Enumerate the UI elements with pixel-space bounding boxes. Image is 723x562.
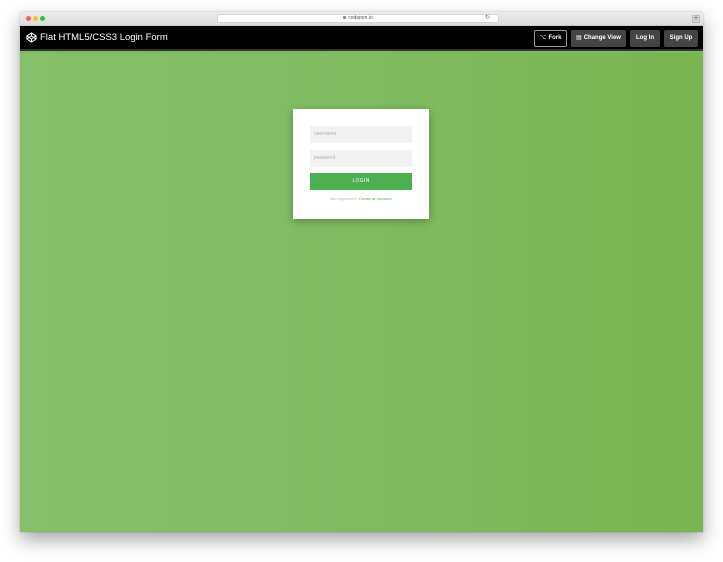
register-text: Not registered? (330, 196, 358, 201)
login-button[interactable]: Log In (630, 30, 660, 47)
preview-area: username password LOGIN Not registered? … (20, 53, 703, 532)
fork-icon: ⌥ (539, 35, 547, 41)
minimize-window-button[interactable] (33, 16, 38, 21)
create-account-link[interactable]: Create an account (359, 196, 392, 201)
url-text: codepen.io (348, 15, 373, 21)
browser-window: codepen.io ↻ + Flat HTML5/CSS3 Login For… (20, 12, 703, 532)
codepen-header: Flat HTML5/CSS3 Login Form ⌥ Fork ▤ Change… (20, 26, 703, 51)
browser-chrome: codepen.io ↻ + (20, 12, 703, 26)
address-bar[interactable]: codepen.io ↻ (217, 14, 499, 23)
register-prompt: Not registered? Create an account (293, 196, 429, 201)
password-input[interactable]: password (310, 150, 412, 167)
lock-icon (343, 16, 347, 20)
signup-button[interactable]: Sign Up (664, 30, 698, 47)
maximize-window-button[interactable] (40, 16, 45, 21)
page-title: Flat HTML5/CSS3 Login Form (40, 32, 168, 43)
new-tab-button[interactable]: + (692, 15, 700, 23)
login-submit-button[interactable]: LOGIN (310, 173, 412, 190)
reload-icon[interactable]: ↻ (485, 15, 490, 22)
change-view-button[interactable]: ▤ Change View (571, 30, 626, 47)
username-input[interactable]: username (310, 126, 412, 143)
close-window-button[interactable] (26, 16, 31, 21)
change-view-label: Change View (583, 35, 621, 41)
fork-button[interactable]: ⌥ Fork (534, 30, 567, 47)
login-card: username password LOGIN Not registered? … (293, 109, 429, 219)
layout-icon: ▤ (576, 35, 582, 41)
codepen-logo-icon[interactable] (26, 32, 37, 43)
fork-label: Fork (548, 35, 562, 41)
